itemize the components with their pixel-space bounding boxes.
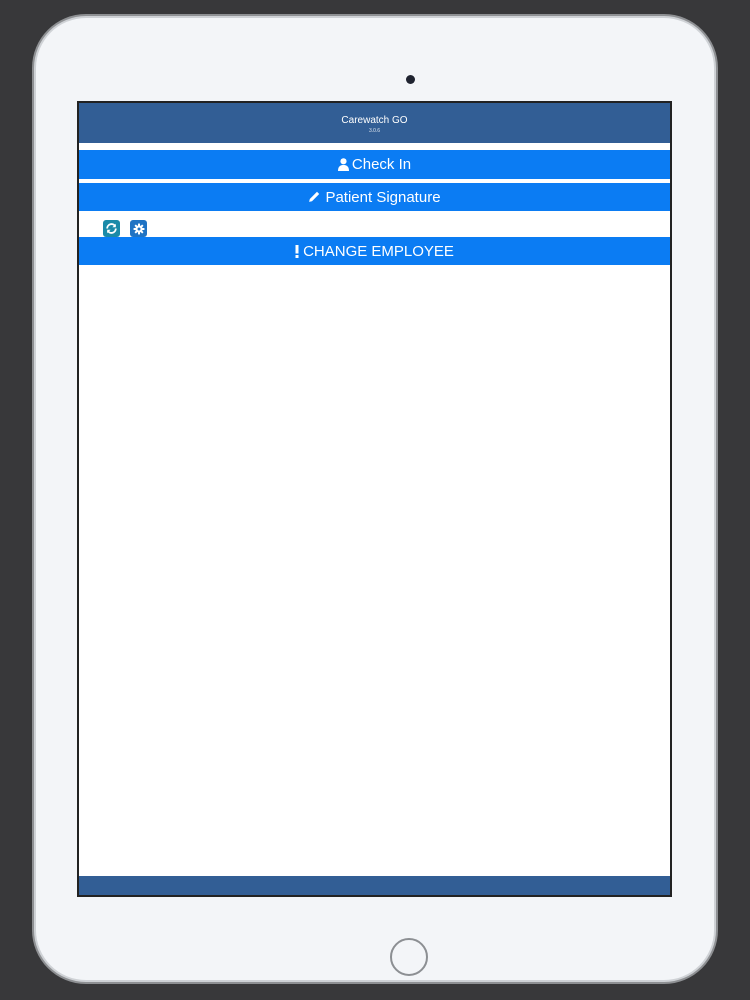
exclamation-icon [295, 244, 299, 258]
app-header: Carewatch GO 3.0.6 [79, 103, 670, 143]
patient-signature-button[interactable]: Patient Signature [79, 183, 670, 211]
home-button[interactable] [390, 938, 428, 976]
gear-icon[interactable] [130, 220, 147, 237]
refresh-icon[interactable] [103, 220, 120, 237]
front-camera [406, 75, 415, 84]
change-employee-label: CHANGE EMPLOYEE [303, 242, 454, 260]
pencil-icon [308, 191, 320, 203]
app-version: 3.0.6 [368, 128, 381, 134]
app-footer [79, 876, 670, 895]
app-title: Carewatch GO [341, 115, 408, 126]
check-in-button[interactable]: Check In [79, 150, 670, 179]
app-screen: Carewatch GO 3.0.6 Check In Patient Sign… [77, 101, 672, 897]
patient-signature-label: Patient Signature [325, 188, 441, 206]
change-employee-button[interactable]: CHANGE EMPLOYEE [79, 237, 670, 265]
user-icon [337, 158, 349, 171]
check-in-label: Check In [351, 156, 412, 173]
